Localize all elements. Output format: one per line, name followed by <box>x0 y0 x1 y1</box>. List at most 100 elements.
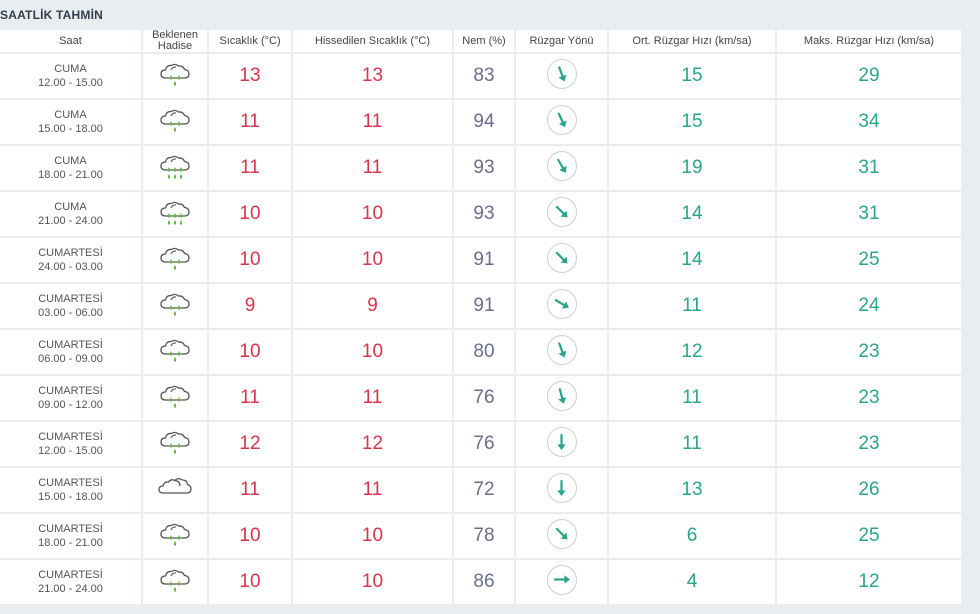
event-cell <box>143 468 207 512</box>
humidity-cell: 76 <box>454 376 514 420</box>
day-label: CUMARTESİ <box>38 247 103 259</box>
feels-cell: 10 <box>293 238 452 282</box>
table-row: CUMARTESİ 12.00 - 15.00 12 12 76 11 23 <box>0 422 961 466</box>
wind-avg-value: 15 <box>681 111 703 132</box>
feels-cell: 11 <box>293 146 452 190</box>
time-range: 12.00 - 15.00 <box>38 77 103 89</box>
table-row: CUMA 18.00 - 21.00 11 11 93 19 31 <box>0 146 961 190</box>
wind-avg-cell: 11 <box>609 376 775 420</box>
table-row: CUMARTESİ 15.00 - 18.00 11 11 72 13 26 <box>0 468 961 512</box>
day-label: CUMARTESİ <box>38 477 103 489</box>
humidity-cell: 91 <box>454 284 514 328</box>
wind-avg-cell: 12 <box>609 330 775 374</box>
day-label: CUMA <box>54 109 87 121</box>
wind-max-cell: 29 <box>777 54 961 98</box>
wind-max-value: 23 <box>858 341 880 362</box>
wind-avg-value: 15 <box>681 65 703 86</box>
light-rain-icon <box>158 427 192 457</box>
temp-cell: 10 <box>209 560 291 604</box>
time-range: 24.00 - 03.00 <box>38 261 103 273</box>
time-range: 15.00 - 18.00 <box>38 491 103 503</box>
wind-dir-cell <box>516 192 607 236</box>
col-header-humidity: Nem (%) <box>454 30 514 52</box>
feels-cell: 11 <box>293 376 452 420</box>
time-cell: CUMARTESİ 06.00 - 09.00 <box>0 330 141 374</box>
temp-value: 11 <box>240 111 260 132</box>
humidity-cell: 94 <box>454 100 514 144</box>
wind-avg-value: 19 <box>681 157 703 178</box>
temp-cell: 11 <box>209 146 291 190</box>
wind-avg-cell: 13 <box>609 468 775 512</box>
wind-avg-value: 13 <box>681 479 703 500</box>
humidity-cell: 83 <box>454 54 514 98</box>
wind-avg-value: 14 <box>681 203 703 224</box>
feels-value: 11 <box>362 479 383 500</box>
temp-cell: 11 <box>209 100 291 144</box>
humidity-value: 72 <box>473 479 495 500</box>
rain-icon <box>158 197 192 227</box>
event-cell <box>143 146 207 190</box>
wind-max-value: 31 <box>858 203 880 224</box>
wind-max-value: 31 <box>858 157 880 178</box>
wind-avg-cell: 15 <box>609 54 775 98</box>
table-header-row: Saat Beklenen Hadise Sıcaklık (°C) Hisse… <box>0 30 961 52</box>
wind-direction-arrow-icon <box>546 288 577 319</box>
feels-value: 10 <box>361 571 384 592</box>
temp-value: 10 <box>239 571 261 592</box>
wind-dir-cell <box>516 284 607 328</box>
section-title: SAATLİK TAHMİN <box>0 8 104 22</box>
humidity-cell: 78 <box>454 514 514 558</box>
humidity-value: 76 <box>473 387 495 408</box>
wind-max-value: 23 <box>858 433 880 454</box>
temp-cell: 11 <box>209 376 291 420</box>
time-cell: CUMARTESİ 18.00 - 21.00 <box>0 514 141 558</box>
humidity-value: 83 <box>473 65 495 86</box>
wind-avg-cell: 11 <box>609 422 775 466</box>
time-cell: CUMARTESİ 03.00 - 06.00 <box>0 284 141 328</box>
feels-value: 10 <box>361 341 384 362</box>
wind-direction-arrow-icon <box>546 518 577 549</box>
time-range: 18.00 - 21.00 <box>38 537 103 549</box>
rain-icon <box>158 151 192 181</box>
temp-cell: 13 <box>209 54 291 98</box>
wind-dir-cell <box>516 100 607 144</box>
wind-avg-value: 4 <box>686 571 698 592</box>
wind-direction-arrow-icon <box>546 104 577 135</box>
humidity-cell: 93 <box>454 192 514 236</box>
wind-dir-cell <box>516 238 607 282</box>
time-range: 21.00 - 24.00 <box>38 583 103 595</box>
humidity-cell: 76 <box>454 422 514 466</box>
wind-avg-cell: 14 <box>609 238 775 282</box>
feels-value: 12 <box>361 433 384 454</box>
time-cell: CUMA 21.00 - 24.00 <box>0 192 141 236</box>
wind-avg-cell: 6 <box>609 514 775 558</box>
humidity-cell: 91 <box>454 238 514 282</box>
event-cell <box>143 514 207 558</box>
wind-max-value: 29 <box>858 65 880 86</box>
light-rain-icon <box>158 335 192 365</box>
wind-max-cell: 26 <box>777 468 961 512</box>
time-cell: CUMA 12.00 - 15.00 <box>0 54 141 98</box>
temp-value: 13 <box>239 65 261 86</box>
col-header-wind-avg: Ort. Rüzgar Hızı (km/sa) <box>609 30 775 52</box>
col-header-time: Saat <box>0 30 141 52</box>
time-cell: CUMARTESİ 21.00 - 24.00 <box>0 560 141 604</box>
wind-dir-cell <box>516 330 607 374</box>
time-cell: CUMARTESİ 15.00 - 18.00 <box>0 468 141 512</box>
feels-cell: 9 <box>293 284 452 328</box>
wind-avg-value: 11 <box>682 433 702 454</box>
time-range: 12.00 - 15.00 <box>38 445 103 457</box>
day-label: CUMA <box>54 201 87 213</box>
feels-cell: 12 <box>293 422 452 466</box>
humidity-value: 86 <box>473 571 495 592</box>
humidity-value: 76 <box>473 433 495 454</box>
feels-cell: 10 <box>293 514 452 558</box>
temp-value: 12 <box>239 433 261 454</box>
light-rain-icon <box>158 289 192 319</box>
col-header-event: Beklenen Hadise <box>143 30 207 52</box>
wind-max-value: 34 <box>858 111 880 132</box>
time-range: 09.00 - 12.00 <box>38 399 103 411</box>
day-label: CUMARTESİ <box>38 385 103 397</box>
wind-max-value: 12 <box>858 571 880 592</box>
table-row: CUMA 21.00 - 24.00 10 10 93 14 31 <box>0 192 961 236</box>
